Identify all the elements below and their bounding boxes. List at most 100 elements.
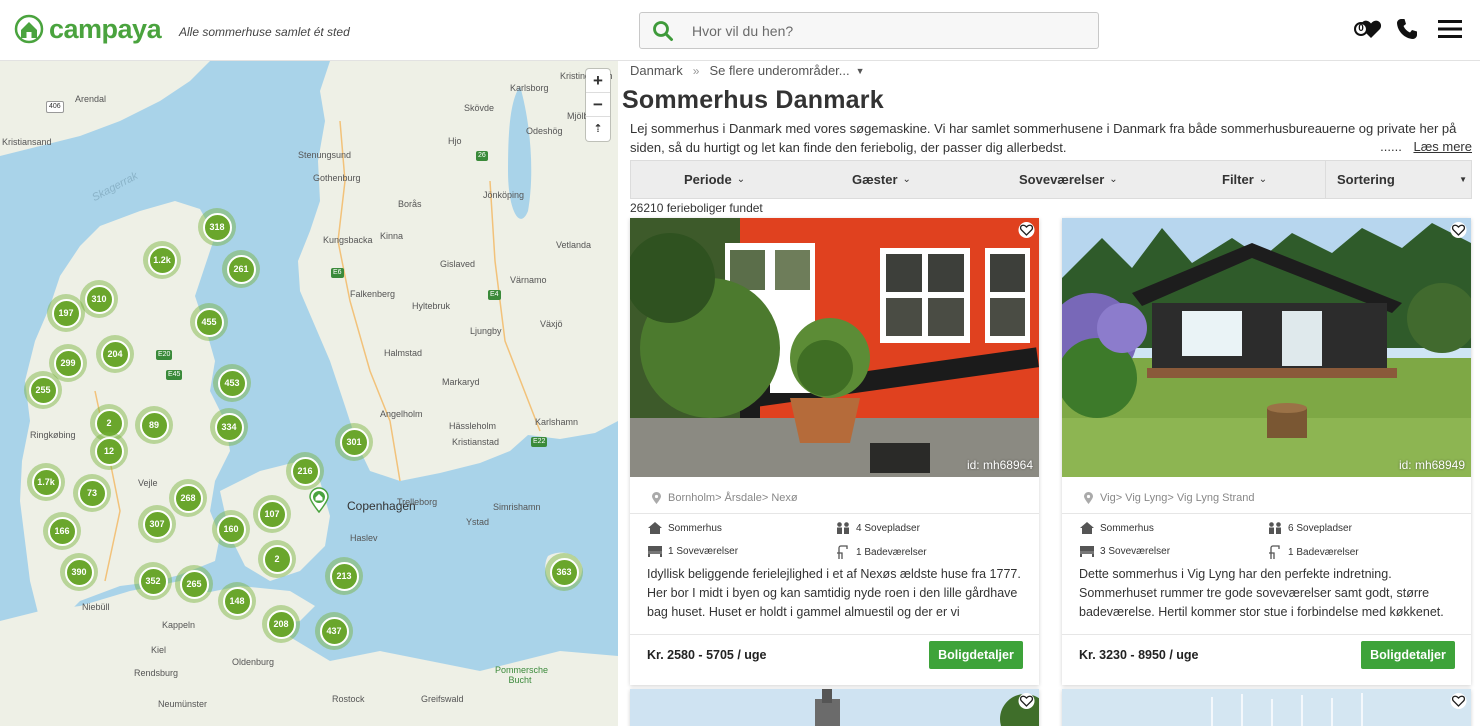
divider bbox=[1062, 513, 1471, 514]
place-label: Kiel bbox=[151, 645, 167, 655]
map-cluster[interactable]: 166 bbox=[43, 512, 81, 550]
chevron-down-icon: ⌄ bbox=[736, 174, 746, 185]
map-cluster[interactable]: 107 bbox=[253, 495, 291, 533]
map-cluster[interactable]: 12 bbox=[90, 432, 128, 470]
map-cluster[interactable]: 318 bbox=[198, 208, 236, 246]
map-cluster[interactable]: 453 bbox=[213, 364, 251, 402]
phone-icon[interactable] bbox=[1396, 18, 1418, 40]
site-header: campaya Alle sommerhuse samlet ét sted 0 bbox=[0, 0, 1480, 61]
breadcrumb-root[interactable]: Danmark bbox=[630, 63, 683, 78]
campaya-logo[interactable]: campaya bbox=[14, 14, 162, 44]
place-label: Pommersche Bucht bbox=[495, 665, 549, 685]
map-cluster[interactable]: 89 bbox=[135, 406, 173, 444]
favorite-heart-icon[interactable] bbox=[1018, 222, 1035, 238]
map-cluster[interactable]: 310 bbox=[80, 280, 118, 318]
subareas-dropdown[interactable]: Se flere underområder... bbox=[709, 63, 849, 78]
sorting-select[interactable]: Sortering ▼ bbox=[1325, 161, 1471, 198]
map-cluster[interactable]: 301 bbox=[335, 423, 373, 461]
place-label: Arendal bbox=[75, 94, 107, 104]
listing-photo bbox=[1062, 689, 1471, 726]
map-cluster[interactable]: 255 bbox=[24, 371, 62, 409]
search-icon[interactable] bbox=[652, 20, 674, 42]
divider bbox=[1062, 634, 1471, 635]
map-cluster[interactable]: 265 bbox=[175, 565, 213, 603]
map-cluster[interactable]: 268 bbox=[169, 479, 207, 517]
favorite-heart-icon[interactable] bbox=[1450, 222, 1467, 238]
filter-period[interactable]: Periode ⌄ bbox=[684, 172, 745, 187]
map-cluster[interactable]: 390 bbox=[60, 553, 98, 591]
map-pin-icon[interactable] bbox=[308, 487, 330, 513]
listing-card[interactable]: id: mh68964 Bornholm> Årsdale> Nexø Somm… bbox=[630, 218, 1039, 685]
map-cluster[interactable]: 437 bbox=[315, 612, 353, 650]
map-cluster[interactable]: 73 bbox=[73, 474, 111, 512]
map[interactable]: Arendal Kristiansand Skagerrak Karlsborg… bbox=[0, 61, 618, 726]
place-label: Angelholm bbox=[380, 409, 423, 419]
listing-photo[interactable] bbox=[630, 218, 1039, 477]
caret-down-icon[interactable]: ▼ bbox=[856, 66, 865, 76]
zoom-in-button[interactable]: + bbox=[586, 69, 610, 93]
search-input[interactable] bbox=[692, 13, 1082, 48]
chevron-down-icon: ⌄ bbox=[902, 174, 911, 185]
listing-price: Kr. 3230 - 8950 / uge bbox=[1079, 648, 1199, 662]
map-base bbox=[0, 61, 618, 726]
favorite-heart-icon[interactable] bbox=[1018, 693, 1035, 709]
favorites-count: 0 bbox=[1354, 22, 1368, 36]
listing-photo bbox=[630, 689, 1039, 726]
place-label: Kungsbacka bbox=[323, 235, 373, 245]
shower-icon bbox=[1269, 545, 1280, 559]
people-icon bbox=[1269, 522, 1281, 534]
fact-sleeps: 4 Sovepladser bbox=[836, 522, 920, 534]
house-photo bbox=[1062, 218, 1471, 477]
map-cluster[interactable]: 216 bbox=[286, 452, 324, 490]
map-cluster[interactable]: 1.2k bbox=[143, 241, 181, 279]
map-cluster[interactable]: 213 bbox=[325, 557, 363, 595]
fact-type: Sommerhus bbox=[1080, 522, 1154, 534]
map-cluster[interactable]: 261 bbox=[222, 250, 260, 288]
details-button[interactable]: Boligdetaljer bbox=[929, 641, 1023, 669]
favorite-heart-icon[interactable] bbox=[1450, 693, 1467, 709]
place-label: Rendsburg bbox=[134, 668, 179, 678]
map-cluster[interactable]: 148 bbox=[218, 582, 256, 620]
listing-price: Kr. 2580 - 5705 / uge bbox=[647, 648, 767, 662]
filter-guests[interactable]: Gæster ⌄ bbox=[852, 172, 911, 187]
listing-card[interactable]: id: mh68949 Vig> Vig Lyng> Vig Lyng Stra… bbox=[1062, 218, 1471, 685]
map-cluster[interactable]: 363 bbox=[545, 553, 583, 591]
place-label: Växjö bbox=[540, 319, 563, 329]
zoom-out-button[interactable]: − bbox=[586, 93, 610, 117]
menu-icon[interactable] bbox=[1438, 19, 1462, 39]
road-label: E22 bbox=[531, 437, 548, 447]
shower-icon bbox=[837, 545, 848, 559]
caret-down-icon: ▼ bbox=[1459, 175, 1467, 184]
map-cluster[interactable]: 160 bbox=[212, 510, 250, 548]
place-label: Ystad bbox=[466, 517, 490, 527]
listing-photo[interactable] bbox=[1062, 218, 1471, 477]
map-cluster[interactable]: 1.7k bbox=[27, 463, 65, 501]
place-label: Hyltebruk bbox=[412, 301, 451, 311]
details-button[interactable]: Boligdetaljer bbox=[1361, 641, 1455, 669]
place-label: Borås bbox=[398, 199, 422, 209]
breadcrumb: Danmark » Se flere underområder... ▼ bbox=[630, 63, 865, 78]
place-label: Gislaved bbox=[440, 259, 476, 269]
chevron-down-icon: ⌄ bbox=[1258, 174, 1268, 185]
map-cluster[interactable]: 208 bbox=[262, 605, 300, 643]
place-label: Neumünster bbox=[158, 699, 208, 709]
favorites-button[interactable]: 0 bbox=[1354, 18, 1382, 40]
listing-card[interactable] bbox=[630, 689, 1039, 726]
reset-north-button[interactable]: ⇡ bbox=[586, 117, 610, 141]
ellipsis: ...... bbox=[1380, 139, 1402, 154]
filter-bedrooms[interactable]: Soveværelser ⌄ bbox=[1019, 172, 1118, 187]
read-more: ...... Læs mere bbox=[1380, 139, 1472, 154]
read-more-link[interactable]: Læs mere bbox=[1413, 139, 1472, 154]
place-label: Ljungby bbox=[470, 326, 502, 336]
listing-card[interactable] bbox=[1062, 689, 1471, 726]
filter-more[interactable]: Filter ⌄ bbox=[1222, 172, 1267, 187]
map-cluster[interactable]: 204 bbox=[96, 335, 134, 373]
map-cluster[interactable]: 197 bbox=[47, 294, 85, 332]
map-cluster[interactable]: 455 bbox=[190, 303, 228, 341]
place-label: Kristiansand bbox=[2, 137, 52, 147]
map-cluster[interactable]: 307 bbox=[138, 505, 176, 543]
map-cluster[interactable]: 2 bbox=[258, 540, 296, 578]
map-cluster[interactable]: 352 bbox=[134, 562, 172, 600]
search-box[interactable] bbox=[639, 12, 1099, 49]
map-cluster[interactable]: 334 bbox=[210, 408, 248, 446]
